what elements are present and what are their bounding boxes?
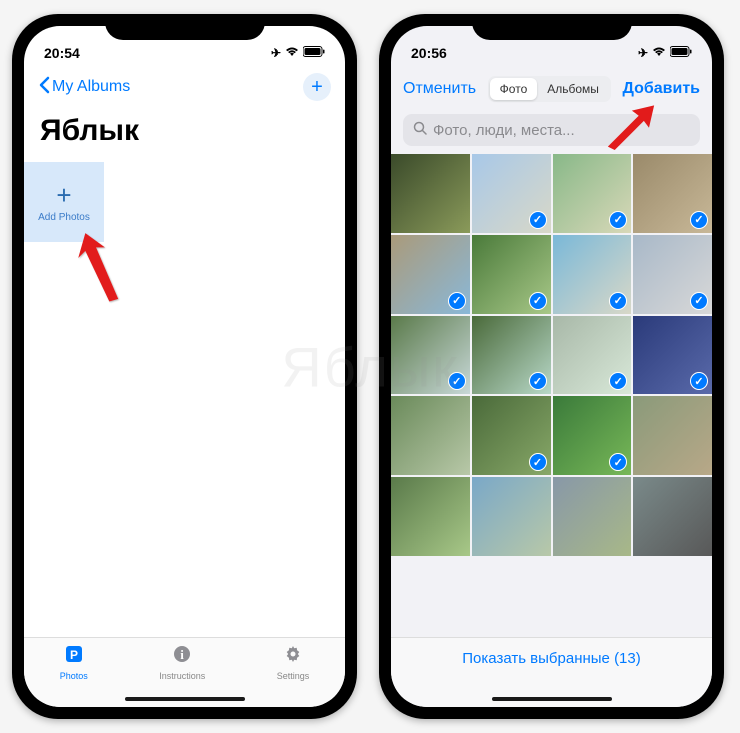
thumb-image (633, 396, 712, 475)
plus-icon: + (56, 182, 71, 208)
add-photos-tile[interactable]: + Add Photos (24, 162, 104, 242)
photo-thumb-stone-arch[interactable]: ✓ (633, 154, 712, 233)
seg-photo[interactable]: Фото (490, 78, 538, 100)
thumb-image (391, 396, 470, 475)
photo-thumb-waterfall-mist[interactable]: ✓ (553, 316, 632, 395)
photo-thumb-hiker-green[interactable]: ✓ (553, 396, 632, 475)
selected-check-icon: ✓ (690, 211, 708, 229)
chevron-left-icon (38, 76, 50, 99)
photo-thumb-coastal-road[interactable] (472, 477, 551, 556)
thumb-image (553, 477, 632, 556)
back-button[interactable]: My Albums (38, 76, 130, 99)
status-time: 20:56 (411, 45, 447, 61)
back-label: My Albums (52, 78, 130, 96)
tab-label: Instructions (159, 671, 205, 681)
airplane-icon: ✈ (638, 46, 648, 60)
airplane-icon: ✈ (271, 46, 281, 60)
home-indicator[interactable] (492, 697, 612, 701)
plus-icon: + (311, 76, 323, 99)
selected-check-icon: ✓ (448, 292, 466, 310)
gear-icon (283, 644, 303, 669)
notch (105, 14, 265, 40)
thumb-image (391, 154, 470, 233)
photo-thumb-church-pillars[interactable]: ✓ (553, 154, 632, 233)
thumb-image (391, 477, 470, 556)
add-photos-label: Add Photos (38, 212, 90, 223)
cancel-button[interactable]: Отменить (403, 80, 476, 98)
search-placeholder: Фото, люди, места... (433, 122, 575, 139)
photo-thumb-cliff-view[interactable] (391, 396, 470, 475)
photo-thumb-blue-building-night[interactable]: ✓ (633, 316, 712, 395)
info-icon: i (172, 644, 192, 669)
battery-icon (303, 46, 325, 60)
photo-grid: ✓✓✓✓✓✓✓✓✓✓✓✓✓ (391, 154, 712, 556)
search-field[interactable]: Фото, люди, места... (403, 114, 700, 146)
wifi-icon (652, 46, 666, 60)
wifi-icon (285, 46, 299, 60)
selected-check-icon: ✓ (690, 292, 708, 310)
photo-thumb-parked-car[interactable] (633, 477, 712, 556)
nav-bar: My Albums + (24, 68, 345, 106)
phone-right: 20:56 ✈ Отменить Фото Альбомы Доба (379, 14, 724, 719)
photo-thumb-hillside-town[interactable] (633, 396, 712, 475)
photo-thumb-mountain-valley[interactable]: ✓ (472, 396, 551, 475)
svg-text:P: P (70, 648, 78, 662)
notch (472, 14, 632, 40)
photo-thumb-mountain-meadow[interactable] (391, 477, 470, 556)
selected-check-icon: ✓ (609, 211, 627, 229)
tab-label: Settings (277, 671, 310, 681)
photo-thumb-waterfall-1[interactable]: ✓ (391, 316, 470, 395)
search-icon (413, 121, 427, 139)
svg-text:i: i (180, 647, 184, 662)
photo-thumb-waterfall-2[interactable]: ✓ (472, 316, 551, 395)
tab-label: Photos (60, 671, 88, 681)
album-title: Яблык (24, 106, 345, 162)
thumb-image (633, 477, 712, 556)
photo-thumb-green-valley[interactable]: ✓ (472, 235, 551, 314)
segmented-control[interactable]: Фото Альбомы (488, 76, 611, 102)
home-indicator[interactable] (125, 697, 245, 701)
selected-check-icon: ✓ (529, 292, 547, 310)
selected-check-icon: ✓ (529, 211, 547, 229)
photo-thumb-church-hill[interactable] (553, 477, 632, 556)
tab-settings[interactable]: Settings (277, 644, 310, 681)
tab-photos[interactable]: P Photos (60, 644, 88, 681)
photo-thumb-white-mansion[interactable]: ✓ (472, 154, 551, 233)
photo-thumb-castle-ruins[interactable]: ✓ (391, 235, 470, 314)
photo-thumb-church-tower[interactable]: ✓ (553, 235, 632, 314)
selected-check-icon: ✓ (609, 292, 627, 310)
selected-check-icon: ✓ (529, 453, 547, 471)
photo-thumb-neoclassical[interactable]: ✓ (633, 235, 712, 314)
status-time: 20:54 (44, 45, 80, 61)
phone-left: 20:54 ✈ My Albums (12, 14, 357, 719)
picker-nav: Отменить Фото Альбомы Добавить (391, 68, 712, 108)
thumb-image (472, 477, 551, 556)
new-album-button[interactable]: + (303, 73, 331, 101)
photo-thumb-cave-interior[interactable] (391, 154, 470, 233)
battery-icon (670, 46, 692, 60)
photos-icon: P (64, 644, 84, 669)
status-icons: ✈ (271, 46, 325, 60)
add-button[interactable]: Добавить (623, 80, 701, 98)
status-icons: ✈ (638, 46, 692, 60)
selected-check-icon: ✓ (448, 372, 466, 390)
seg-albums[interactable]: Альбомы (537, 78, 609, 100)
show-selected-label: Показать выбранные (13) (462, 650, 641, 667)
tab-instructions[interactable]: i Instructions (159, 644, 205, 681)
selected-check-icon: ✓ (529, 372, 547, 390)
